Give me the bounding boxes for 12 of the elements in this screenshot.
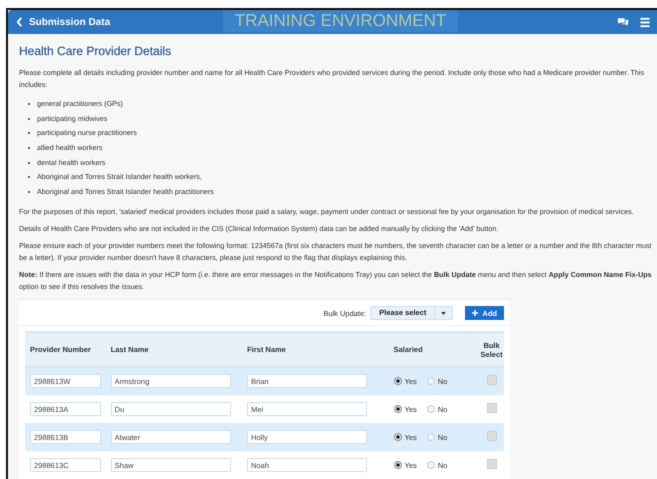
bulk-select-checkbox[interactable] bbox=[486, 431, 497, 442]
bulk-select-checkbox[interactable] bbox=[486, 375, 497, 386]
chat-icon[interactable] bbox=[617, 16, 629, 28]
menu-icon[interactable] bbox=[639, 16, 651, 28]
page-heading: Health Care Provider Details bbox=[19, 44, 172, 58]
plus-icon bbox=[472, 310, 478, 316]
bulk-select-checkbox[interactable] bbox=[486, 403, 497, 414]
back-chevron-icon bbox=[16, 17, 23, 27]
environment-banner: TRAINING ENVIRONMENT bbox=[223, 10, 458, 32]
caret-icon bbox=[441, 312, 446, 315]
back-button[interactable]: Submission Data bbox=[8, 16, 118, 28]
bulk-select-checkbox[interactable] bbox=[486, 459, 497, 470]
